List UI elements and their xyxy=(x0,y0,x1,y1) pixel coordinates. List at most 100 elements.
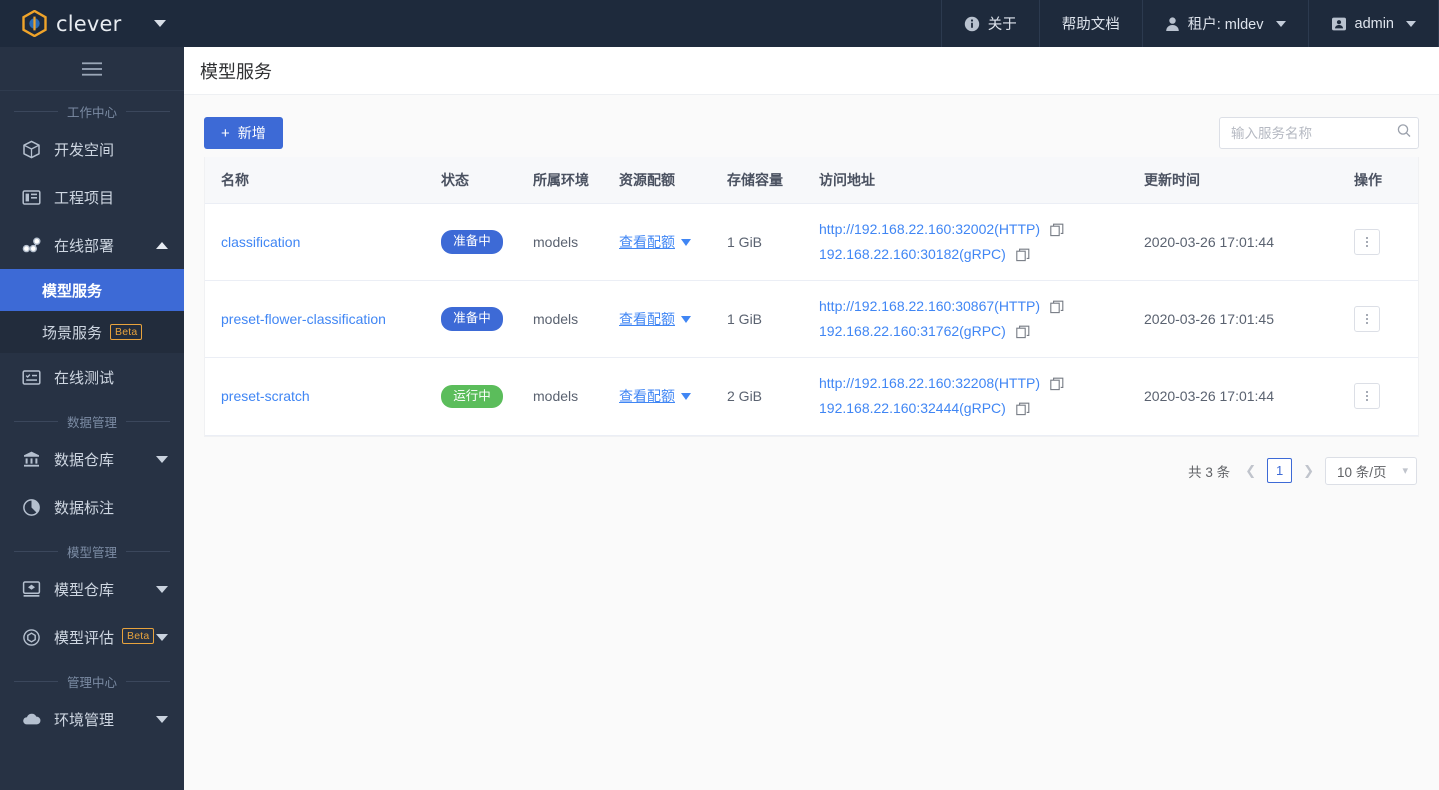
view-quota-link[interactable]: 查看配额 xyxy=(619,232,691,252)
view-quota-label: 查看配额 xyxy=(619,388,675,405)
grpc-address-link[interactable]: 192.168.22.160:32444(gRPC) xyxy=(819,397,1006,420)
grpc-address-link[interactable]: 192.168.22.160:31762(gRPC) xyxy=(819,320,1006,343)
service-name-link[interactable]: classification xyxy=(221,234,300,250)
chevron-down-icon[interactable] xyxy=(156,715,168,723)
copy-icon[interactable] xyxy=(1016,402,1030,416)
sidebar-item-label: 模型仓库 xyxy=(54,581,115,599)
cell-updated: 2020-03-26 17:01:44 xyxy=(1136,203,1346,282)
copy-icon[interactable] xyxy=(1050,300,1064,314)
cell-quota: 查看配额 xyxy=(611,280,719,359)
copy-icon[interactable] xyxy=(1050,377,1064,391)
chevron-left-icon[interactable]: ❮ xyxy=(1243,463,1258,479)
cell-name: preset-flower-classification xyxy=(205,280,433,359)
topnav-item-help-doc[interactable]: 帮助文档 xyxy=(1038,0,1142,47)
topnav-item-tenant[interactable]: 租户: mldev xyxy=(1141,0,1308,47)
topnav-item-about[interactable]: 关于 xyxy=(940,0,1039,47)
sidebar-item-label: 数据仓库 xyxy=(54,451,115,469)
copy-icon[interactable] xyxy=(1050,223,1064,237)
sidebar-group-label: 管理中心 xyxy=(67,675,118,690)
info-icon xyxy=(964,16,980,32)
search-input[interactable] xyxy=(1219,117,1419,149)
chevron-down-icon xyxy=(681,238,691,246)
sidebar-group-label: 数据管理 xyxy=(67,415,118,430)
pagination: 共 3 条 ❮ 1 ❯ 10 条/页 ▾ xyxy=(204,437,1419,485)
sidebar-item-model-service[interactable]: 模型服务 xyxy=(0,269,184,311)
sidebar-item-online-test[interactable]: 在线测试 xyxy=(0,353,184,401)
cell-env: models xyxy=(525,203,611,282)
http-address-link[interactable]: http://192.168.22.160:32002(HTTP) xyxy=(819,218,1040,241)
table-head: 名称 状态 所属环境 资源配额 存储容量 访问地址 更新时间 操作 xyxy=(205,157,1418,204)
sidebar-item-model-evaluation[interactable]: 模型评估 Beta xyxy=(0,613,184,661)
table-header-row: 名称 状态 所属环境 资源配额 存储容量 访问地址 更新时间 操作 xyxy=(205,157,1418,204)
sidebar-item-dev-space[interactable]: 开发空间 xyxy=(0,125,184,173)
service-name-link[interactable]: preset-flower-classification xyxy=(221,311,386,327)
toolbar: + 新增 xyxy=(204,109,1419,157)
http-address-link[interactable]: http://192.168.22.160:30867(HTTP) xyxy=(819,295,1040,318)
cell-storage: 2 GiB xyxy=(719,357,811,436)
address-line: http://192.168.22.160:32208(HTTP) xyxy=(819,372,1128,395)
address-line: 192.168.22.160:31762(gRPC) xyxy=(819,320,1128,343)
topnav-item-admin[interactable]: admin xyxy=(1307,0,1439,47)
chevron-down-icon[interactable] xyxy=(1275,20,1286,27)
page-size-select[interactable]: 10 条/页 ▾ xyxy=(1325,456,1417,485)
sidebar-item-model-repository[interactable]: 模型仓库 xyxy=(0,565,184,613)
sidebar-item-label: 环境管理 xyxy=(54,711,115,729)
more-vertical-icon[interactable] xyxy=(1354,229,1380,256)
divider-line xyxy=(14,680,58,682)
hamburger-menu-icon[interactable] xyxy=(0,47,184,91)
page-header: 模型服务 xyxy=(184,47,1439,95)
sidebar-item-data-warehouse[interactable]: 数据仓库 xyxy=(0,435,184,483)
address-line: http://192.168.22.160:30867(HTTP) xyxy=(819,295,1128,318)
status-badge: 准备中 xyxy=(441,230,503,254)
sidebar-item-label: 在线部署 xyxy=(54,237,115,255)
sidebar-item-environment-management[interactable]: 环境管理 xyxy=(0,695,184,743)
chevron-down-icon[interactable] xyxy=(156,455,168,463)
chevron-down-icon[interactable] xyxy=(156,633,168,641)
chevron-down-icon[interactable] xyxy=(156,585,168,593)
sidebar-item-data-annotation[interactable]: 数据标注 xyxy=(0,483,184,531)
copy-icon[interactable] xyxy=(1016,248,1030,262)
cloud-icon xyxy=(22,712,44,727)
cell-status: 运行中 xyxy=(433,357,525,436)
chevron-down-icon[interactable] xyxy=(1406,20,1416,27)
sidebar-item-label: 开发空间 xyxy=(54,141,115,159)
view-quota-label: 查看配额 xyxy=(619,234,675,251)
sidebar-group-model-management: 模型管理 xyxy=(0,539,184,563)
more-vertical-icon[interactable] xyxy=(1354,306,1380,333)
cell-env: models xyxy=(525,357,611,436)
view-quota-link[interactable]: 查看配额 xyxy=(619,386,691,406)
grpc-address-link[interactable]: 192.168.22.160:30182(gRPC) xyxy=(819,243,1006,266)
pagination-page-1[interactable]: 1 xyxy=(1267,458,1293,484)
sidebar-item-scene-service[interactable]: 场景服务 Beta xyxy=(0,311,184,353)
project-board-icon xyxy=(22,189,44,206)
service-name-link[interactable]: preset-scratch xyxy=(221,388,310,404)
copy-icon[interactable] xyxy=(1016,325,1030,339)
divider-line xyxy=(14,110,58,112)
sidebar-item-engineering-project[interactable]: 工程项目 xyxy=(0,173,184,221)
view-quota-label: 查看配额 xyxy=(619,311,675,328)
cell-updated: 2020-03-26 17:01:45 xyxy=(1136,280,1346,359)
search-box xyxy=(1219,117,1419,149)
more-vertical-icon[interactable] xyxy=(1354,383,1380,410)
divider-line xyxy=(14,550,58,552)
brand-logo-area[interactable]: clever xyxy=(0,0,184,47)
sidebar-subitem-label: 模型服务 xyxy=(42,282,103,300)
sidebar-item-online-deploy[interactable]: 在线部署 xyxy=(0,221,184,269)
view-quota-link[interactable]: 查看配额 xyxy=(619,309,691,329)
chevron-up-icon[interactable] xyxy=(156,241,168,249)
chevron-down-icon xyxy=(681,392,691,400)
chevron-down-icon[interactable] xyxy=(154,20,167,27)
cell-name: preset-scratch xyxy=(205,357,433,436)
add-button[interactable]: + 新增 xyxy=(204,117,283,149)
chevron-right-icon[interactable]: ❯ xyxy=(1301,463,1316,479)
address-line: http://192.168.22.160:32002(HTTP) xyxy=(819,218,1128,241)
column-header-address: 访问地址 xyxy=(811,157,1136,204)
hexagon-logo-icon xyxy=(22,10,47,37)
cell-address: http://192.168.22.160:32208(HTTP) 192.16… xyxy=(811,357,1136,436)
cell-env: models xyxy=(525,280,611,359)
column-header-quota: 资源配额 xyxy=(611,157,719,204)
sidebar-item-label: 数据标注 xyxy=(54,499,115,517)
cell-status: 准备中 xyxy=(433,203,525,282)
beta-badge: Beta xyxy=(110,323,143,341)
http-address-link[interactable]: http://192.168.22.160:32208(HTTP) xyxy=(819,372,1040,395)
